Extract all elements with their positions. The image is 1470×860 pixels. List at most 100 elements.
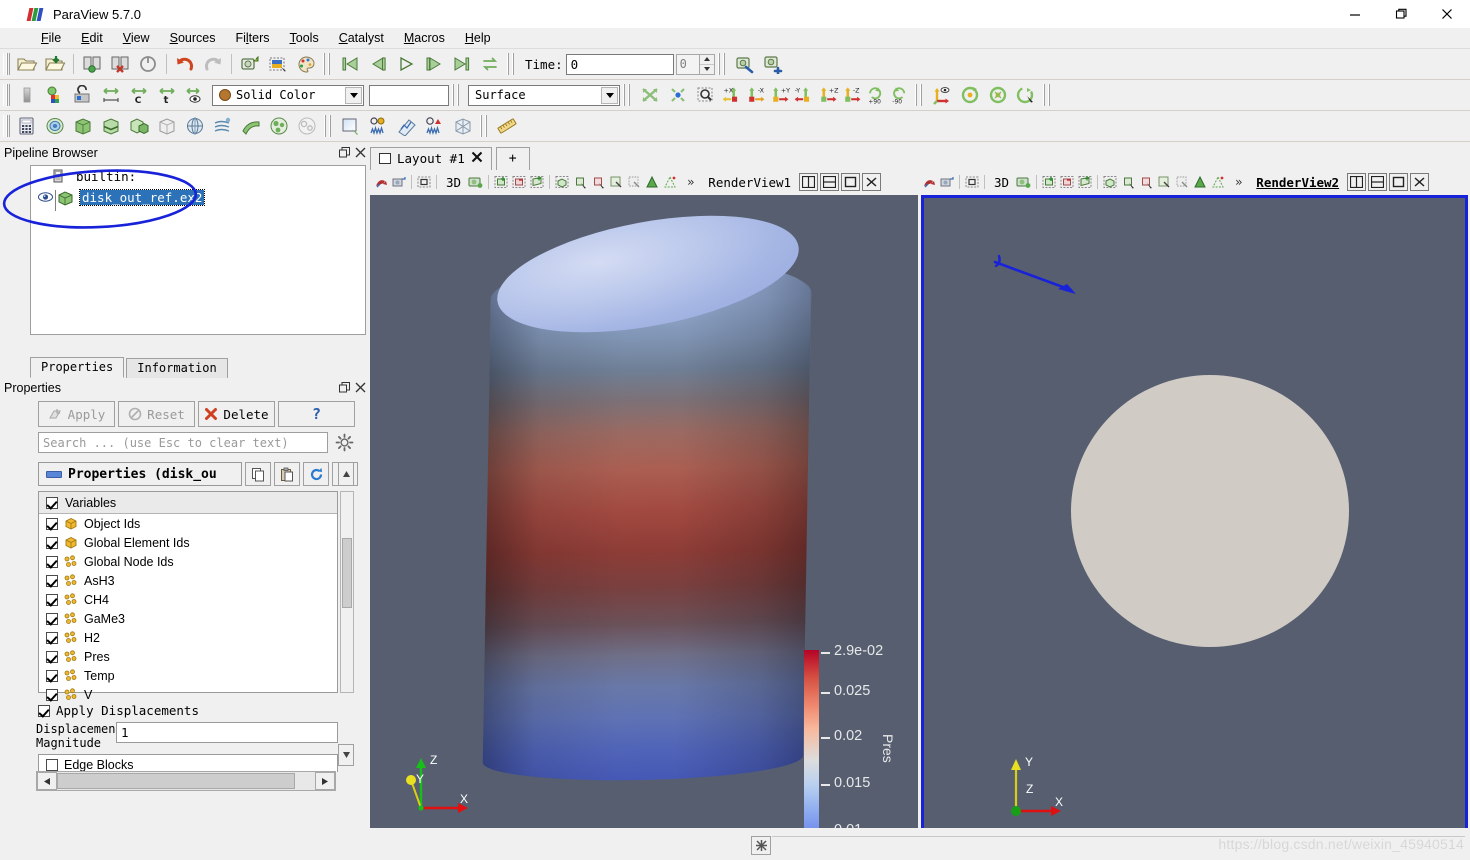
scroll-left-button[interactable] [37, 772, 57, 790]
close-view-icon[interactable] [862, 173, 882, 191]
hover-points-icon[interactable] [625, 173, 642, 191]
variable-row[interactable]: H2 [39, 628, 337, 647]
camera-undo-icon[interactable] [938, 173, 955, 191]
toolbar-grip-center[interactable] [915, 84, 925, 106]
minimize-button[interactable] [1332, 0, 1378, 28]
rescale-custom-icon[interactable] [69, 82, 97, 108]
split-horizontal-icon[interactable] [799, 173, 819, 191]
view-mode-label[interactable]: 3D [440, 175, 467, 190]
select-surface-points-icon[interactable] [1058, 173, 1075, 191]
reset-camera-icon[interactable] [636, 82, 664, 108]
select-cells-icon[interactable] [415, 173, 432, 191]
reset-center-icon[interactable] [956, 82, 984, 108]
minus-z-icon[interactable]: -Z [840, 82, 864, 108]
rescale-visible-icon[interactable] [181, 82, 209, 108]
plot-selection-icon[interactable] [365, 113, 393, 139]
variable-row[interactable]: Object Ids [39, 514, 337, 533]
pick-center-icon[interactable] [984, 82, 1012, 108]
edit-color-map-icon[interactable] [292, 51, 320, 77]
delete-button[interactable]: Delete [198, 401, 275, 427]
select-cells-icon[interactable] [963, 173, 980, 191]
properties-scroll-up-button[interactable] [338, 462, 354, 486]
redo-icon[interactable] [199, 51, 227, 77]
disconnect-server-icon[interactable] [106, 51, 134, 77]
orientation-axes-view2[interactable]: Y Z X [1000, 753, 1080, 823]
select-frustum-cells-icon[interactable] [1076, 173, 1093, 191]
select-polygon-icon[interactable] [643, 173, 660, 191]
menu-sources[interactable]: Sources [161, 29, 225, 47]
toolbar-grip[interactable] [3, 53, 10, 75]
connect-server-icon[interactable] [78, 51, 106, 77]
menu-help[interactable]: Help [456, 29, 500, 47]
variable-row[interactable]: Global Node Ids [39, 552, 337, 571]
toolbar-grip-plots[interactable] [324, 115, 334, 137]
last-frame-icon[interactable] [448, 51, 476, 77]
open-file-icon[interactable] [13, 51, 41, 77]
toolbar-grip-filters[interactable] [3, 115, 10, 137]
view-toolbar-overflow[interactable]: » [679, 175, 702, 189]
paste-properties-icon[interactable] [274, 462, 300, 486]
variable-checkbox[interactable] [46, 669, 58, 682]
properties-close-button[interactable] [352, 380, 368, 396]
apply-displacements-checkbox[interactable] [38, 704, 50, 717]
toolbar-grip-repr[interactable] [452, 84, 462, 106]
contour-icon[interactable] [41, 113, 69, 139]
variable-checkbox[interactable] [46, 650, 58, 663]
search-input[interactable]: Search ... (use Esc to clear text) [38, 432, 328, 453]
color-by-select[interactable]: Solid Color [212, 84, 364, 106]
split-vertical-icon[interactable] [1368, 173, 1388, 191]
variable-row[interactable]: V [39, 685, 337, 704]
interaction-mode-icon[interactable] [372, 173, 389, 191]
minus-y-icon[interactable]: -Y [792, 82, 816, 108]
view-toolbar-overflow[interactable]: » [1227, 175, 1250, 189]
first-frame-icon[interactable] [336, 51, 364, 77]
rescale-data-range-icon[interactable] [97, 82, 125, 108]
clip-icon[interactable] [69, 113, 97, 139]
add-layout-button[interactable]: + [495, 147, 530, 170]
hover-points-icon[interactable] [1173, 173, 1190, 191]
close-button[interactable] [1424, 0, 1470, 28]
rotate-plus-90-icon[interactable]: +90 [864, 82, 888, 108]
restore-defaults-icon[interactable] [303, 462, 329, 486]
stream-tracer-icon[interactable] [209, 113, 237, 139]
threshold-icon[interactable] [125, 113, 153, 139]
maximize-view-icon[interactable] [841, 173, 861, 191]
pipeline-item-disk-out-ref[interactable]: disk_out_ref.ex2 [31, 187, 365, 208]
menu-filters[interactable]: Filters [226, 29, 278, 47]
toolbar-grip-end[interactable] [1043, 84, 1053, 106]
extract-subset-icon[interactable] [153, 113, 181, 139]
show-center-axes-icon[interactable] [928, 82, 956, 108]
toolbar-grip-vcr[interactable] [323, 53, 333, 75]
plot-data-icon[interactable] [393, 113, 421, 139]
plot-over-line-icon[interactable] [337, 113, 365, 139]
toolbar-grip-cam2[interactable] [623, 84, 633, 106]
toolbar-grip-display[interactable] [3, 84, 10, 106]
toolbar-grip-ruler[interactable] [480, 115, 490, 137]
partial-property-row[interactable]: Edge Blocks [38, 754, 338, 772]
variable-scalar-bar-icon[interactable] [13, 82, 41, 108]
plus-y-icon[interactable]: +Y [768, 82, 792, 108]
copy-properties-icon[interactable] [245, 462, 271, 486]
time-frame-input[interactable]: 0 [675, 53, 700, 75]
extract-level-icon[interactable] [293, 113, 321, 139]
recent-files-icon[interactable] [41, 51, 69, 77]
edge-blocks-checkbox[interactable] [46, 758, 58, 771]
interaction-mode-icon[interactable] [920, 173, 937, 191]
ruler-icon[interactable] [493, 113, 521, 139]
edit-color-legend-icon-2[interactable] [41, 82, 69, 108]
next-frame-icon[interactable] [420, 51, 448, 77]
pipeline-close-button[interactable] [352, 145, 368, 161]
properties-float-button[interactable] [336, 380, 352, 396]
help-button[interactable]: ? [278, 401, 355, 427]
zoom-to-box-icon[interactable] [692, 82, 720, 108]
toolbar-grip-camera[interactable] [717, 53, 728, 75]
menu-catalyst[interactable]: Catalyst [330, 29, 393, 47]
menu-file[interactable]: File [32, 29, 70, 47]
variable-row[interactable]: Temp [39, 666, 337, 685]
variable-checkbox[interactable] [46, 631, 58, 644]
menu-edit[interactable]: Edit [72, 29, 112, 47]
close-view-icon[interactable] [1410, 173, 1430, 191]
variables-scrollbar[interactable] [340, 491, 354, 693]
tab-properties[interactable]: Properties [30, 357, 125, 378]
previous-frame-icon[interactable] [364, 51, 392, 77]
